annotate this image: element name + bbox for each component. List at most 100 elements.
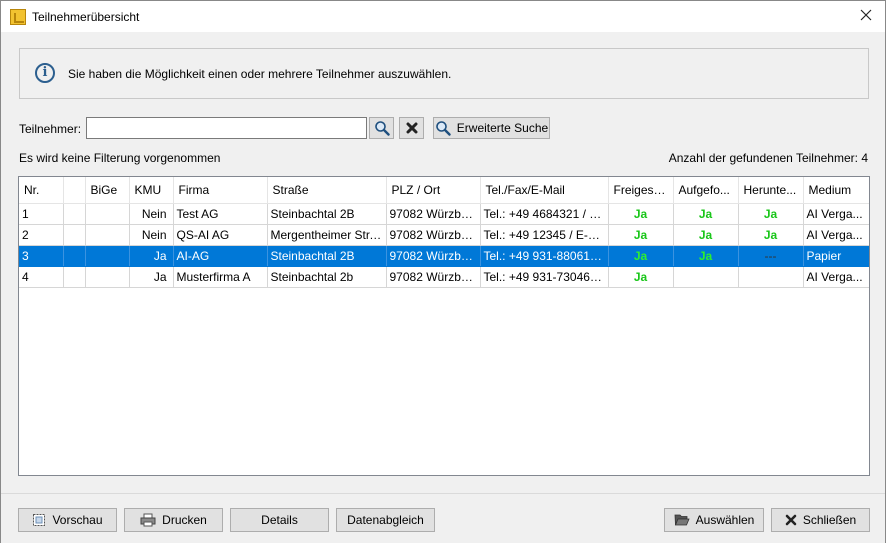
preview-button[interactable]: Vorschau (18, 508, 117, 532)
cell-firma: Test AG (173, 203, 268, 225)
cell-aufgefordert: Ja (673, 203, 739, 225)
cell-nr: 3 (19, 245, 64, 267)
cell-strasse: Mergentheimer Str. ... (267, 224, 387, 246)
participant-search-input[interactable] (86, 117, 367, 139)
column-header-bige[interactable]: BiGe (85, 177, 130, 204)
column-header-firma[interactable]: Firma (173, 177, 268, 204)
cell-plz-ort: 97082 Würzburg (386, 203, 481, 225)
cell-strasse: Steinbachtal 2b (267, 266, 387, 288)
cell-strasse: Steinbachtal 2B (267, 203, 387, 225)
column-header-flag[interactable] (63, 177, 86, 204)
cell-freigeschaltet: Ja (608, 245, 674, 267)
cell-medium: Papier (803, 245, 869, 267)
participant-table: Nr. BiGe KMU Firma Straße PLZ / Ort Tel.… (19, 177, 869, 288)
cell-plz-ort: 97082 Würzburg (386, 245, 481, 267)
select-label: Auswählen (695, 513, 755, 527)
title-bar: Teilnehmerübersicht (1, 1, 885, 32)
select-button[interactable]: Auswählen (664, 508, 764, 532)
cell-plz-ort: 97082 Würzburg (386, 266, 481, 288)
cell-nr: 4 (19, 266, 64, 288)
cell-aufgefordert: Ja (673, 224, 739, 246)
magnifier-icon (435, 120, 451, 136)
cell-bige (85, 266, 130, 288)
close-label: Schließen (802, 513, 857, 527)
window-title: Teilnehmerübersicht (32, 10, 140, 24)
details-label: Details (261, 513, 298, 527)
column-header-freigeschaltet[interactable]: Freigesc... (608, 177, 674, 204)
cell-plz-ort: 97082 Würzburg (386, 224, 481, 246)
app-icon (10, 9, 26, 25)
column-header-contact[interactable]: Tel./Fax/E-Mail (480, 177, 609, 204)
cell-contact: Tel.: +49 931-7304620... (480, 266, 609, 288)
cell-medium: AI Verga... (803, 224, 869, 246)
footer-bar: Vorschau Drucken Details Datenabgleich A… (1, 493, 885, 543)
cell-freigeschaltet: Ja (608, 224, 674, 246)
cell-bige (85, 245, 130, 267)
cell-kmu: Ja (129, 266, 174, 288)
column-header-heruntergeladen[interactable]: Herunte... (738, 177, 804, 204)
preview-label: Vorschau (52, 513, 103, 527)
cell-flag (63, 245, 86, 267)
column-header-aufgefordert[interactable]: Aufgefo... (673, 177, 739, 204)
column-header-strasse[interactable]: Straße (267, 177, 387, 204)
search-button[interactable] (369, 117, 394, 139)
print-label: Drucken (162, 513, 207, 527)
table-row[interactable]: 1 Nein Test AG Steinbachtal 2B 97082 Wür… (19, 203, 869, 225)
cell-aufgefordert (673, 266, 739, 288)
close-window-button[interactable] (857, 6, 875, 26)
folder-open-icon (674, 513, 690, 527)
cell-freigeschaltet: Ja (608, 266, 674, 288)
cell-medium: AI Verga... (803, 203, 869, 225)
cell-nr: 1 (19, 203, 64, 225)
preview-icon (32, 513, 46, 527)
advanced-search-button[interactable]: Erweiterte Suche (433, 117, 550, 139)
advanced-search-label: Erweiterte Suche (456, 121, 549, 135)
search-icon (374, 121, 390, 136)
cell-aufgefordert: Ja (673, 245, 739, 267)
dialog-window: Teilnehmerübersicht i Sie haben die Mögl… (0, 0, 886, 543)
cell-contact: Tel.: +49 12345 / E-Ma... (480, 224, 609, 246)
cell-kmu: Ja (129, 245, 174, 267)
cell-kmu: Nein (129, 203, 174, 225)
close-icon (860, 9, 872, 21)
clear-search-button[interactable] (399, 117, 424, 139)
cell-heruntergeladen: --- (738, 245, 804, 267)
close-button[interactable]: Schließen (771, 508, 870, 532)
cell-bige (85, 224, 130, 246)
info-panel: i Sie haben die Möglichkeit einen oder m… (19, 48, 869, 99)
table-row-selected[interactable]: 3 Ja AI-AG Steinbachtal 2B 97082 Würzbur… (19, 245, 869, 267)
info-icon: i (35, 63, 55, 83)
column-header-plz-ort[interactable]: PLZ / Ort (386, 177, 481, 204)
cell-heruntergeladen (738, 266, 804, 288)
data-sync-label: Datenabgleich (347, 513, 424, 527)
cell-heruntergeladen: Ja (738, 224, 804, 246)
print-button[interactable]: Drucken (124, 508, 223, 532)
details-button[interactable]: Details (230, 508, 329, 532)
clear-icon (406, 122, 417, 134)
cell-firma: QS-AI AG (173, 224, 268, 246)
info-text: Sie haben die Möglichkeit einen oder meh… (68, 67, 452, 81)
cell-flag (63, 203, 86, 225)
cell-contact: Tel.: +49 4684321 / E-... (480, 203, 609, 225)
cell-strasse: Steinbachtal 2B (267, 245, 387, 267)
cell-firma: AI-AG (173, 245, 268, 267)
participant-grid[interactable]: Nr. BiGe KMU Firma Straße PLZ / Ort Tel.… (18, 176, 870, 476)
close-icon (785, 514, 797, 526)
data-sync-button[interactable]: Datenabgleich (336, 508, 435, 532)
cell-medium: AI Verga... (803, 266, 869, 288)
table-row[interactable]: 4 Ja Musterfirma A Steinbachtal 2b 97082… (19, 266, 869, 288)
cell-nr: 2 (19, 224, 64, 246)
table-row[interactable]: 2 Nein QS-AI AG Mergentheimer Str. ... 9… (19, 224, 869, 246)
cell-heruntergeladen: Ja (738, 203, 804, 225)
table-header-row: Nr. BiGe KMU Firma Straße PLZ / Ort Tel.… (19, 177, 869, 204)
cell-flag (63, 224, 86, 246)
column-header-nr[interactable]: Nr. (19, 177, 64, 204)
filter-status-text: Es wird keine Filterung vorgenommen (19, 151, 221, 165)
cell-flag (63, 266, 86, 288)
column-header-kmu[interactable]: KMU (129, 177, 174, 204)
column-header-medium[interactable]: Medium (803, 177, 869, 204)
participant-label: Teilnehmer: (19, 122, 82, 136)
cell-kmu: Nein (129, 224, 174, 246)
result-count-text: Anzahl der gefundenen Teilnehmer: 4 (668, 151, 868, 165)
printer-icon (140, 513, 156, 527)
